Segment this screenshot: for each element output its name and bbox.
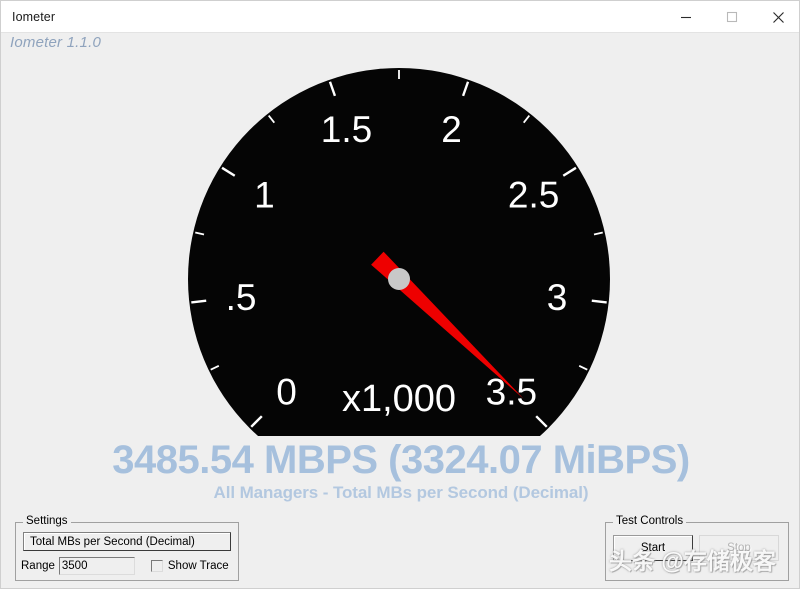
performance-gauge: 0 .5 1 1.5 2 2.5 3 3.5 x1,000 xyxy=(187,67,611,439)
gauge-tick-label: 3.5 xyxy=(486,371,537,412)
window-controls xyxy=(663,1,799,33)
iometer-window: Iometer Iometer 1.1.0 0 .5 1 1.5 2 2.5 3… xyxy=(0,0,800,589)
gauge-tick-label: 1.5 xyxy=(321,109,372,150)
gauge-major-tick xyxy=(591,299,607,304)
start-button[interactable]: Start xyxy=(613,535,693,561)
gauge-hub xyxy=(388,268,410,290)
minimize-icon xyxy=(680,11,692,23)
gauge-tick-label: 2.5 xyxy=(508,174,559,215)
readout-value: 3485.54 MBPS (3324.07 MiBPS) xyxy=(112,438,690,482)
maximize-icon xyxy=(726,11,738,23)
show-trace-checkbox[interactable]: Show Trace xyxy=(150,560,229,572)
gauge-tick-label: 3 xyxy=(547,277,568,318)
gauge-multiplier-label: x1,000 xyxy=(342,378,456,420)
settings-group-title: Settings xyxy=(23,515,71,527)
gauge-major-tick xyxy=(191,299,207,304)
metric-select[interactable]: Total MBs per Second (Decimal) xyxy=(23,532,231,551)
close-button[interactable] xyxy=(755,1,799,33)
window-titlebar: Iometer xyxy=(1,1,799,33)
gauge-tick-label: 2 xyxy=(441,109,462,150)
version-label: Iometer 1.1.0 xyxy=(10,34,101,51)
minimize-button[interactable] xyxy=(663,1,709,33)
test-controls-group-title: Test Controls xyxy=(613,515,687,527)
settings-group: Settings Total MBs per Second (Decimal) … xyxy=(15,515,239,581)
stop-button: Stop xyxy=(699,535,779,561)
maximize-button[interactable] xyxy=(709,1,755,33)
range-label: Range xyxy=(21,560,55,572)
gauge-tick-label: .5 xyxy=(226,277,257,318)
gauge-tick-label: 0 xyxy=(276,371,297,412)
readout-block: 3485.54 MBPS (3324.07 MiBPS) All Manager… xyxy=(1,438,799,503)
show-trace-label: Show Trace xyxy=(167,560,229,572)
readout-subtitle: All Managers - Total MBs per Second (Dec… xyxy=(213,483,589,502)
window-title: Iometer xyxy=(12,9,56,24)
checkbox-icon xyxy=(150,560,163,572)
close-icon xyxy=(772,11,785,24)
gauge-svg: 0 .5 1 1.5 2 2.5 3 3.5 x1,000 xyxy=(188,68,610,436)
gauge-tick-label: 1 xyxy=(254,174,275,215)
test-controls-group: Test Controls Start Stop xyxy=(605,515,789,581)
range-input[interactable] xyxy=(58,557,135,575)
range-row: Range Show Trace xyxy=(21,556,236,576)
